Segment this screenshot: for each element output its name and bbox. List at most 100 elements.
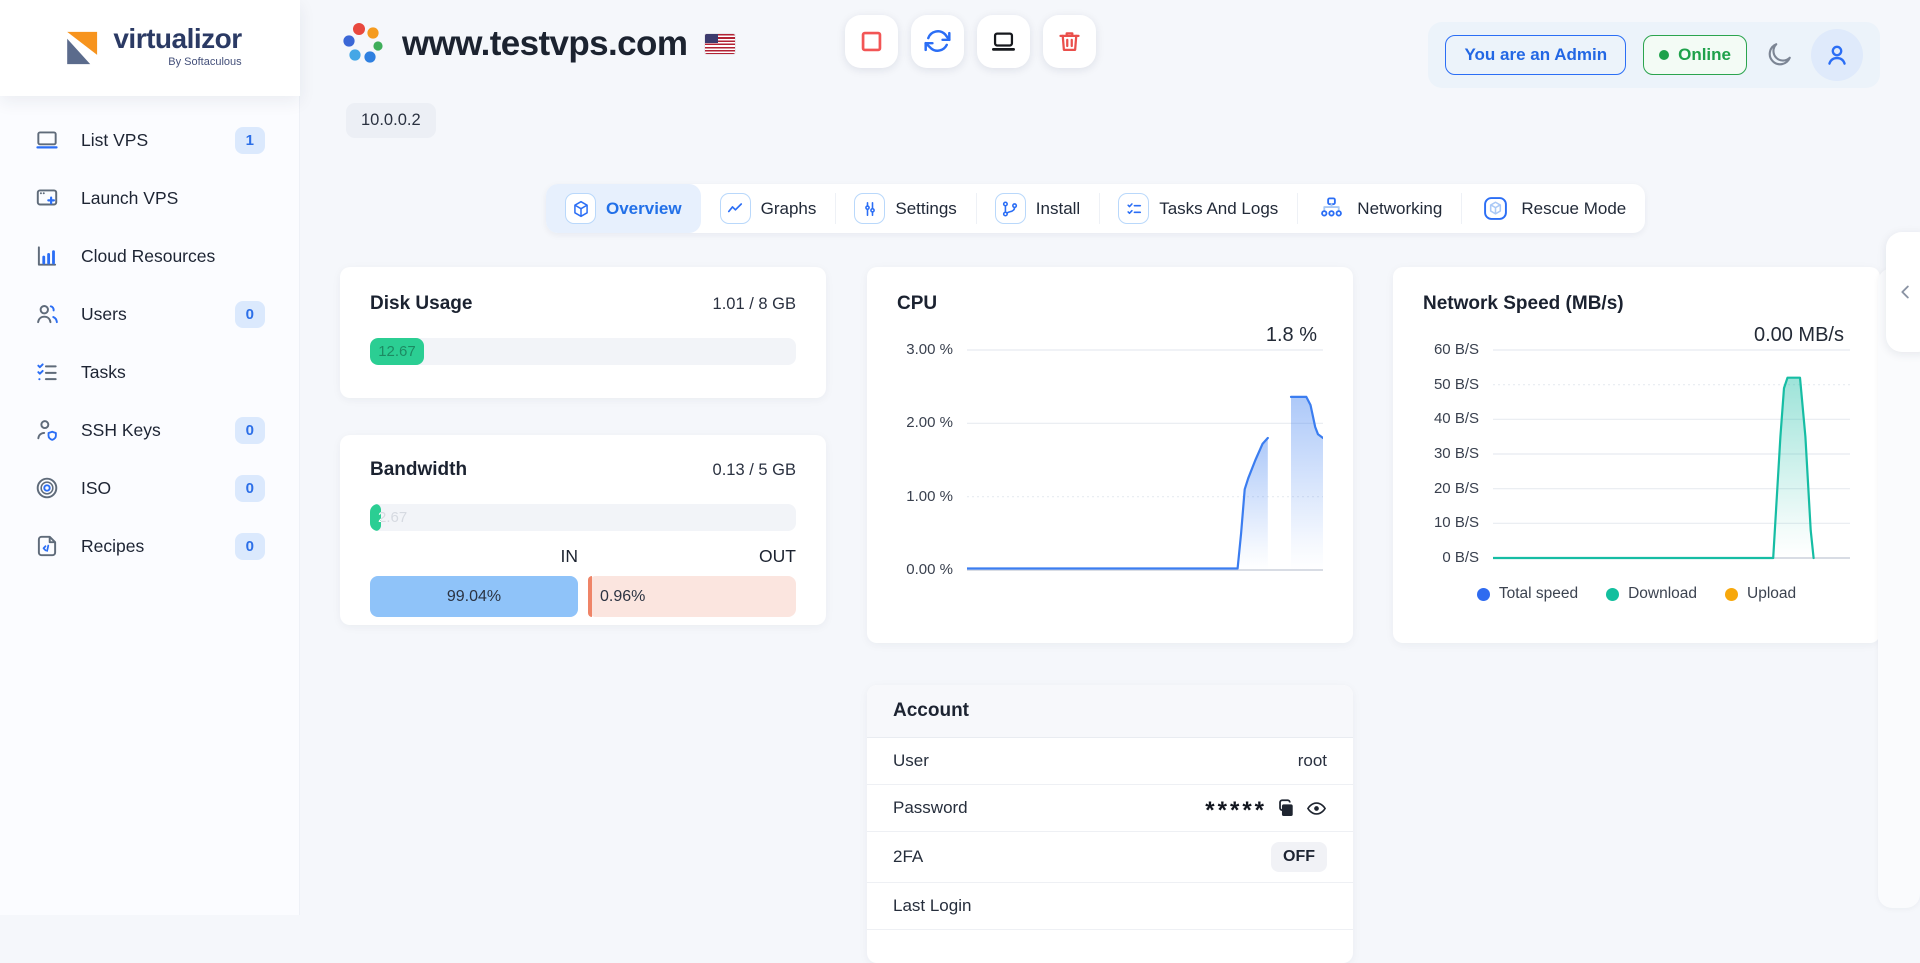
stop-icon xyxy=(858,28,885,55)
restart-button[interactable] xyxy=(911,15,964,68)
person-shield-icon xyxy=(34,417,60,443)
disk-usage-percent: 12.67 xyxy=(378,343,416,360)
online-dot-icon xyxy=(1659,50,1669,60)
sidebar-item-label: Cloud Resources xyxy=(81,246,215,267)
sidebar-item-ssh-keys[interactable]: SSH Keys 0 xyxy=(0,401,299,459)
network-speed-card: Network Speed (MB/s) 0.00 MB/s 60 B/S50 … xyxy=(1393,267,1880,643)
sidebar-item-tasks[interactable]: Tasks xyxy=(0,343,299,401)
cube-icon xyxy=(565,193,596,224)
network-y-axis: 60 B/S50 B/S40 B/S30 B/S20 B/S10 B/S0 B/… xyxy=(1423,342,1493,566)
brand-logo[interactable]: virtualizor By Softaculous xyxy=(0,0,300,96)
sidebar-item-launch-vps[interactable]: Launch VPS xyxy=(0,169,299,227)
legend-label: Upload xyxy=(1747,585,1796,603)
sidebar-item-users[interactable]: Users 0 xyxy=(0,285,299,343)
account-card: Account UserrootPassword*****2FAOFFLast … xyxy=(867,685,1353,963)
count-badge: 1 xyxy=(235,127,265,154)
graph-icon xyxy=(720,193,751,224)
y-tick-label: 20 B/S xyxy=(1434,480,1479,497)
tab-label: Install xyxy=(1036,199,1080,219)
y-tick-label: 30 B/S xyxy=(1434,445,1479,462)
y-tick-label: 0.00 % xyxy=(906,561,953,578)
bandwidth-percent: 2.67 xyxy=(370,509,381,526)
sidebar-item-cloud-resources[interactable]: Cloud Resources xyxy=(0,227,299,285)
count-badge: 0 xyxy=(235,301,265,328)
legend-label: Total speed xyxy=(1499,585,1578,603)
branch-icon xyxy=(995,193,1026,224)
us-flag-icon xyxy=(705,34,735,54)
y-tick-label: 40 B/S xyxy=(1434,410,1479,427)
cpu-card: CPU 1.8 % 3.00 %2.00 %1.00 %0.00 % xyxy=(867,267,1353,643)
right-panel-edge xyxy=(1878,268,1920,908)
sidebar-item-label: SSH Keys xyxy=(81,420,161,441)
disk-usage-title: Disk Usage xyxy=(370,293,472,315)
bandwidth-out-label: OUT xyxy=(588,546,796,567)
theme-toggle-button[interactable] xyxy=(1764,40,1794,70)
admin-role-button[interactable]: You are an Admin xyxy=(1445,35,1626,75)
user-icon xyxy=(1823,41,1851,69)
sidebar-item-label: Tasks xyxy=(81,362,126,383)
account-rows: UserrootPassword*****2FAOFFLast Login xyxy=(867,738,1353,930)
bandwidth-percent-ghost: 2.67 xyxy=(378,504,407,531)
cpu-y-axis: 3.00 % 2.00 % 1.00 % 0.00 % xyxy=(897,342,967,578)
trash-icon xyxy=(1056,28,1083,55)
bandwidth-usage-value: 0.13 / 5 GB xyxy=(713,461,796,480)
vps-actions xyxy=(845,15,1096,68)
bandwidth-in-bar: 99.04% xyxy=(370,576,578,617)
expand-panel-button[interactable] xyxy=(1886,232,1920,352)
count-badge: 0 xyxy=(235,417,265,444)
sidebar: virtualizor By Softaculous List VPS1Laun… xyxy=(0,0,300,915)
monitor-icon xyxy=(990,28,1017,55)
tab-settings[interactable]: Settings xyxy=(835,184,975,233)
network-icon xyxy=(1316,193,1347,224)
legend-item-total-speed: Total speed xyxy=(1477,585,1578,603)
account-row-label: 2FA xyxy=(893,847,923,867)
disk-usage-progress-fill: 12.67 xyxy=(370,338,424,365)
cpu-title: CPU xyxy=(897,293,937,315)
os-logo-icon xyxy=(340,20,388,68)
y-tick-label: 0 B/S xyxy=(1442,549,1479,566)
y-tick-label: 50 B/S xyxy=(1434,376,1479,393)
sidebar-nav: List VPS1Launch VPS Cloud Resources Users 0… xyxy=(0,111,299,575)
legend-item-upload: Upload xyxy=(1725,585,1796,603)
bandwidth-progress-fill: 2.67 xyxy=(370,504,381,531)
eye-icon[interactable] xyxy=(1306,798,1327,819)
copy-icon[interactable] xyxy=(1276,798,1297,819)
tab-label: Rescue Mode xyxy=(1521,199,1626,219)
refresh-icon xyxy=(924,28,951,55)
tab-install[interactable]: Install xyxy=(976,184,1099,233)
tab-overview[interactable]: Overview xyxy=(546,184,701,233)
ip-address-chip: 10.0.0.2 xyxy=(346,103,436,138)
tab-networking[interactable]: Networking xyxy=(1297,184,1461,233)
chevron-left-icon xyxy=(1895,281,1917,303)
disk-usage-card: Disk Usage 1.01 / 8 GB 12.67 xyxy=(340,267,826,398)
y-tick-label: 3.00 % xyxy=(906,341,953,358)
tab-rescue-mode[interactable]: Rescue Mode xyxy=(1461,184,1645,233)
console-button[interactable] xyxy=(977,15,1030,68)
stop-button[interactable] xyxy=(845,15,898,68)
sidebar-item-list-vps[interactable]: List VPS1 xyxy=(0,111,299,169)
twofa-status-pill: OFF xyxy=(1271,842,1327,872)
users-icon xyxy=(34,301,60,327)
sidebar-item-iso[interactable]: ISO0 xyxy=(0,459,299,517)
tab-graphs[interactable]: Graphs xyxy=(701,184,836,233)
y-tick-label: 2.00 % xyxy=(906,414,953,431)
status-badge[interactable]: Online xyxy=(1643,35,1747,75)
y-tick-label: 1.00 % xyxy=(906,488,953,505)
account-row-2fa: 2FA OFF xyxy=(867,832,1353,883)
bandwidth-out-bar: 0.96% xyxy=(588,576,796,617)
topbar-right: You are an Admin Online xyxy=(1428,22,1880,88)
disk-usage-value: 1.01 / 8 GB xyxy=(713,295,796,314)
sidebar-item-recipes[interactable]: Recipes0 xyxy=(0,517,299,575)
legend-label: Download xyxy=(1628,585,1697,603)
sidebar-item-label: Users xyxy=(81,304,127,325)
tab-tasks-and-logs[interactable]: Tasks And Logs xyxy=(1099,184,1297,233)
sliders-icon xyxy=(854,193,885,224)
status-label: Online xyxy=(1678,45,1731,65)
account-password-value: ***** xyxy=(1205,798,1327,819)
disc-icon xyxy=(34,475,60,501)
tab-label: Tasks And Logs xyxy=(1159,199,1278,219)
account-row-password: Password***** xyxy=(867,785,1353,832)
bar-chart-icon xyxy=(34,243,60,269)
delete-button[interactable] xyxy=(1043,15,1096,68)
profile-button[interactable] xyxy=(1811,29,1863,81)
